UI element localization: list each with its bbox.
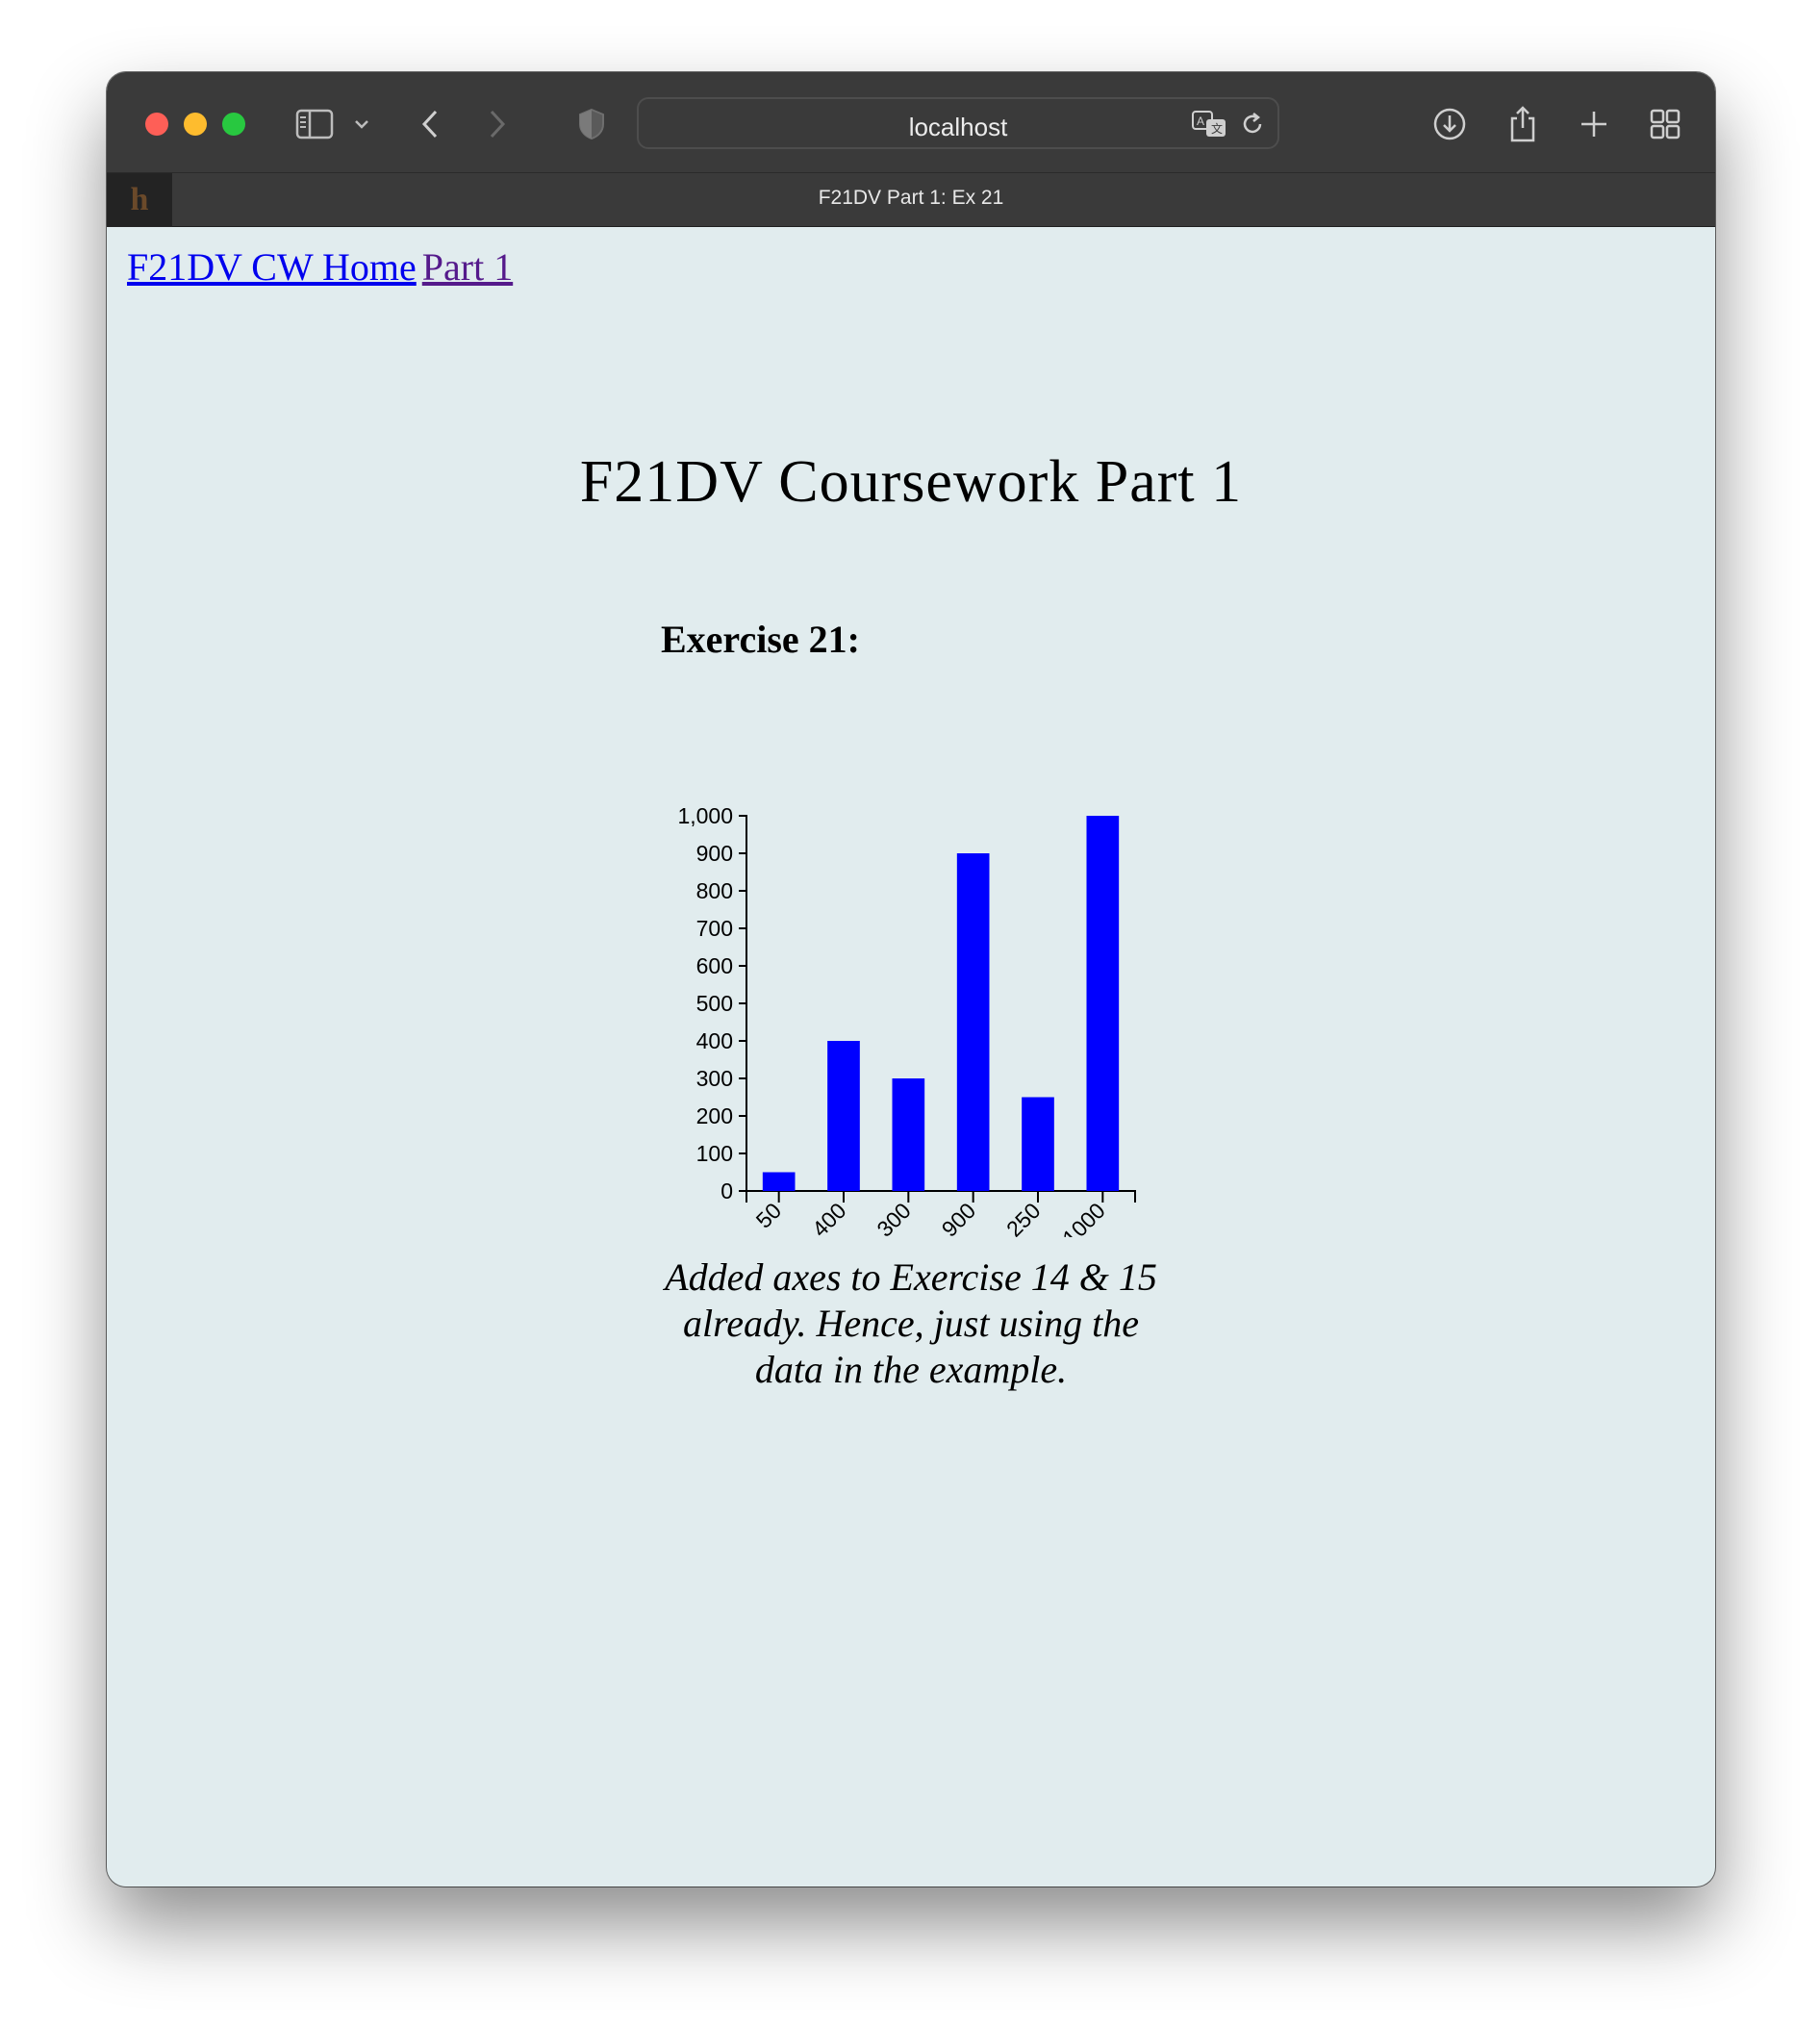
bar	[827, 1041, 860, 1191]
y-tick-label: 700	[696, 916, 733, 941]
new-tab-icon[interactable]	[1573, 103, 1615, 145]
downloads-icon[interactable]	[1428, 103, 1471, 145]
address-bar[interactable]: localhost A 文	[637, 97, 1279, 149]
bar	[956, 853, 990, 1191]
x-tick-label: 50	[751, 1198, 786, 1232]
y-tick-label: 200	[696, 1103, 733, 1128]
browser-toolbar: localhost A 文	[107, 72, 1715, 172]
maximize-window-button[interactable]	[222, 113, 245, 136]
tab-overview-icon[interactable]	[1644, 103, 1686, 145]
svg-text:A: A	[1197, 114, 1204, 128]
x-tick-label: 400	[807, 1198, 851, 1237]
share-icon[interactable]	[1502, 103, 1544, 145]
x-tick-label: 300	[872, 1198, 916, 1237]
bar	[762, 1172, 796, 1191]
y-tick-label: 300	[696, 1066, 733, 1091]
x-tick-label: 900	[937, 1198, 981, 1237]
privacy-shield-icon[interactable]	[570, 103, 613, 145]
y-tick-label: 0	[720, 1178, 733, 1203]
x-tick-label: 1000	[1057, 1198, 1110, 1237]
address-text: localhost	[908, 113, 1008, 141]
y-tick-label: 900	[696, 841, 733, 866]
tab-title[interactable]: F21DV Part 1: Ex 21	[107, 187, 1715, 210]
exercise-note: Added axes to Exercise 14 & 15 already. …	[665, 1255, 1157, 1391]
bar	[892, 1078, 925, 1191]
sidebar-toggle-icon[interactable]	[293, 103, 336, 145]
reload-icon[interactable]	[1239, 111, 1266, 142]
y-tick-label: 1,000	[677, 803, 733, 828]
browser-window: localhost A 文 h F21DV Part 1: Ex 21 F21D…	[107, 72, 1715, 1887]
minimize-window-button[interactable]	[184, 113, 207, 136]
x-tick-label: 250	[1001, 1198, 1046, 1237]
bar	[1022, 1097, 1054, 1191]
translate-icon[interactable]: A 文	[1191, 109, 1229, 144]
bar	[1086, 816, 1120, 1191]
svg-text:文: 文	[1211, 121, 1223, 136]
bar-chart: 0 100 200 300 400 500 600 700 800 900 1,000 50 400 30…	[677, 803, 1136, 1237]
close-window-button[interactable]	[145, 113, 168, 136]
back-icon[interactable]	[409, 103, 451, 145]
y-tick-label: 400	[696, 1028, 733, 1053]
y-tick-label: 800	[696, 878, 733, 903]
forward-icon[interactable]	[476, 103, 518, 145]
x-axis-line	[746, 1190, 1136, 1203]
chevron-down-icon[interactable]	[347, 103, 376, 145]
page-content: F21DV CW Home Part 1 F21DV Coursework Par…	[107, 227, 1715, 1887]
y-tick-label: 600	[696, 953, 733, 978]
tab-bar: h F21DV Part 1: Ex 21	[107, 172, 1715, 227]
y-tick-label: 500	[696, 991, 733, 1016]
y-tick-label: 100	[696, 1141, 733, 1166]
